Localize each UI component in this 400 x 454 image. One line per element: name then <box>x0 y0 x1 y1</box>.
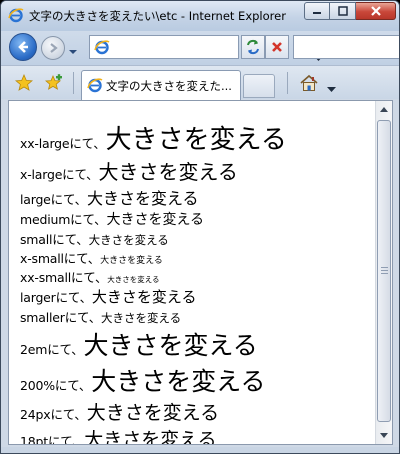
size-line-prefix: smallにて、 <box>20 232 89 247</box>
size-line-sample: 大きさを変える <box>86 189 199 208</box>
size-line-sample: 大きさを変える <box>106 212 205 228</box>
home-dropdown[interactable] <box>327 79 336 92</box>
address-toolbar <box>1 31 399 65</box>
size-line: x-largeにて、大きさを変える <box>20 156 287 185</box>
minimize-button[interactable] <box>304 2 330 20</box>
add-favorite-icon[interactable] <box>44 74 63 92</box>
size-line: smallにて、大きさを変える <box>20 229 287 248</box>
forward-button[interactable] <box>41 36 65 60</box>
size-line: x-smallにて、大きさを変える <box>20 248 287 267</box>
size-line-prefix: xx-largeにて、 <box>20 136 106 151</box>
scrollbar-grip <box>381 267 388 275</box>
size-line: 18ptにて、大きさを変える <box>20 425 287 445</box>
size-line-sample: 大きさを変える <box>91 288 197 306</box>
size-line-prefix: smallerにて、 <box>20 310 101 325</box>
size-line-sample: 大きさを変える <box>105 125 287 155</box>
size-line-sample: 大きさを変える <box>84 429 217 445</box>
size-line-prefix: 24pxにて、 <box>20 407 87 422</box>
new-tab-button[interactable] <box>243 74 275 98</box>
chevron-down-icon <box>69 50 77 54</box>
back-button[interactable] <box>9 33 37 61</box>
ie-icon <box>8 7 24 23</box>
vertical-scrollbar[interactable] <box>375 101 392 444</box>
size-line: mediumにて、大きさを変える <box>20 209 287 229</box>
size-line: 200%にて、大きさを変える <box>20 362 287 398</box>
scroll-down-button[interactable] <box>376 427 392 444</box>
back-arrow-icon <box>18 41 28 53</box>
refresh-icon <box>247 39 259 55</box>
close-icon <box>370 6 381 16</box>
size-line-prefix: mediumにて、 <box>20 212 107 227</box>
size-line: largeにて、大きさを変える <box>20 185 287 209</box>
size-line: xx-largeにて、大きさを変える <box>20 119 287 156</box>
forward-arrow-icon <box>50 43 58 53</box>
stop-button[interactable] <box>265 35 289 59</box>
maximize-button[interactable] <box>330 2 356 20</box>
size-line-sample: 大きさを変える <box>88 233 169 247</box>
size-line: 24pxにて、大きさを変える <box>20 398 287 425</box>
size-line: largerにて、大きさを変える <box>20 286 287 307</box>
size-line-prefix: x-largeにて、 <box>20 167 99 182</box>
text-size-list: xx-largeにて、大きさを変える x-largeにて、大きさを変える lar… <box>20 119 287 445</box>
maximize-icon <box>337 6 348 16</box>
size-line-prefix: largerにて、 <box>20 290 92 305</box>
size-line: smallerにて、大きさを変える <box>20 307 287 326</box>
size-line-prefix: 200%にて、 <box>20 378 92 393</box>
toolbar-divider <box>73 72 74 94</box>
tab-current[interactable]: 文字の大きさを変えた... <box>81 70 241 100</box>
size-line: xx-smallにて、大きさを変える <box>20 267 287 286</box>
refresh-button[interactable] <box>241 35 265 59</box>
chevron-down-icon <box>380 433 388 438</box>
size-line-prefix: x-smallにて、 <box>20 251 101 266</box>
search-input[interactable] <box>293 35 399 59</box>
browser-window: 文字の大きさを変えたい\etc - Internet Explorer 文字の大… <box>0 0 400 454</box>
size-line-prefix: largeにて、 <box>20 192 87 207</box>
ie-page-icon <box>94 39 110 55</box>
size-line-prefix: 18ptにて、 <box>20 434 85 445</box>
page-content: xx-largeにて、大きさを変える x-largeにて、大きさを変える lar… <box>8 100 393 445</box>
window-title: 文字の大きさを変えたい\etc - Internet Explorer <box>29 9 286 23</box>
tab-label: 文字の大きさを変えた... <box>106 79 232 93</box>
window-bottom-border <box>1 447 399 453</box>
size-line-sample: 大きさを変える <box>83 331 258 360</box>
size-line-sample: 大きさを変える <box>98 160 238 184</box>
home-icon[interactable] <box>299 73 319 93</box>
stop-icon <box>272 42 282 52</box>
ie-page-icon <box>87 77 103 93</box>
minimize-icon <box>313 12 321 14</box>
scrollbar-thumb[interactable] <box>377 120 391 422</box>
size-line-prefix: xx-smallにて、 <box>20 270 108 285</box>
size-line: 2emにて、大きさを変える <box>20 326 287 362</box>
tab-toolbar: 文字の大きさを変えた... <box>1 65 399 100</box>
size-line-sample: 大きさを変える <box>91 367 266 396</box>
close-button[interactable] <box>356 2 396 20</box>
chevron-down-icon <box>327 87 336 92</box>
title-bar[interactable]: 文字の大きさを変えたい\etc - Internet Explorer <box>1 1 399 31</box>
size-line-prefix: 2emにて、 <box>20 342 84 357</box>
size-line-sample: 大きさを変える <box>100 256 163 266</box>
favorites-star-icon[interactable] <box>14 73 34 92</box>
recent-pages-dropdown[interactable] <box>68 42 78 54</box>
toolbar-divider <box>287 72 288 94</box>
size-line-sample: 大きさを変える <box>107 275 160 284</box>
address-bar[interactable] <box>89 35 323 61</box>
size-line-sample: 大きさを変える <box>86 402 220 424</box>
chevron-up-icon <box>380 107 388 112</box>
size-line-sample: 大きさを変える <box>101 311 182 325</box>
scroll-up-button[interactable] <box>376 101 392 118</box>
